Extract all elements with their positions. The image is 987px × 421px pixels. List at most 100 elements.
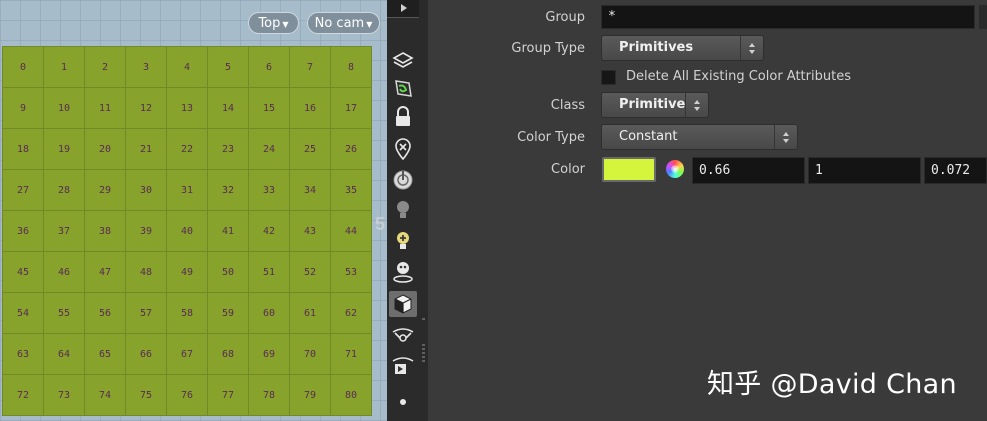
visualizer-icon[interactable]: [389, 167, 417, 193]
grid-cell: 39: [126, 211, 167, 252]
grid-cell: 78: [249, 375, 290, 416]
grid-cell: 73: [44, 375, 85, 416]
group-type-menu[interactable]: Primitives: [601, 35, 764, 61]
grid-cell: 5: [208, 47, 249, 88]
shading-icon[interactable]: [389, 291, 417, 317]
grid-cell: 47: [85, 252, 126, 293]
grid-cell: 6: [249, 47, 290, 88]
grid-cell: 10: [44, 88, 85, 129]
grid-cell: 19: [44, 129, 85, 170]
color-green-field[interactable]: 1: [808, 157, 921, 184]
grid-cell: 27: [3, 170, 44, 211]
grid-cell: 8: [331, 47, 372, 88]
grid-cell: 37: [44, 211, 85, 252]
grid-cell: 60: [249, 293, 290, 334]
lock-icon[interactable]: [389, 104, 417, 130]
grid-cell: 67: [167, 334, 208, 375]
color-swatch[interactable]: [602, 157, 656, 182]
flipbook-icon[interactable]: [389, 352, 417, 378]
grid-cell: 22: [167, 129, 208, 170]
group-type-label: Group Type: [511, 41, 585, 56]
grid-cell: 63: [3, 334, 44, 375]
grid-cell: 70: [290, 334, 331, 375]
class-label: Class: [550, 98, 585, 113]
grid-cell: 53: [331, 252, 372, 293]
headlight-icon[interactable]: [389, 259, 417, 285]
grid-cell: 31: [167, 170, 208, 211]
grid-cell: 26: [331, 129, 372, 170]
chevron-down-icon: ▼: [282, 20, 289, 29]
delete-attributes-checkbox[interactable]: [601, 70, 616, 85]
primitive-grid: 0 1 2 3 4 5 6 7 8 9 10 11 12 13 14 15 16 17 18 19 20 21 22 23 24…: [2, 46, 372, 416]
grid-cell: 2: [85, 47, 126, 88]
ghost-icon[interactable]: [389, 136, 417, 162]
grid-cell: 28: [44, 170, 85, 211]
color-red-field[interactable]: 0.66: [692, 157, 805, 184]
pane-splitter[interactable]: [419, 0, 428, 421]
grid-cell: 7: [290, 47, 331, 88]
grid-cell: 20: [85, 129, 126, 170]
grid-cell: 40: [167, 211, 208, 252]
grid-cell: 43: [290, 211, 331, 252]
light-icon[interactable]: [389, 197, 417, 223]
spinner-icon: [774, 125, 797, 149]
grid-cell: 64: [44, 334, 85, 375]
grid-cell: 54: [3, 293, 44, 334]
group-field[interactable]: *: [601, 5, 975, 29]
camera-menu-button[interactable]: No cam ▼: [307, 12, 380, 34]
class-menu[interactable]: Primitive: [601, 92, 709, 118]
grid-cell: 0: [3, 47, 44, 88]
grid-cell: 4: [167, 47, 208, 88]
group-label: Group: [545, 10, 585, 25]
grid-cell: 34: [290, 170, 331, 211]
grid-cell: 3: [126, 47, 167, 88]
grid-cell: 12: [126, 88, 167, 129]
grid-cell: 16: [290, 88, 331, 129]
grid-cell: 13: [167, 88, 208, 129]
grid-cell: 80: [331, 375, 372, 416]
grid-cell: 30: [126, 170, 167, 211]
snap-icon[interactable]: [389, 75, 417, 101]
grid-cell: 15: [249, 88, 290, 129]
grid-cell: 55: [44, 293, 85, 334]
display-layers-icon[interactable]: [389, 47, 417, 73]
grid-cell: 71: [331, 334, 372, 375]
toolbar-expand-button[interactable]: [387, 0, 419, 18]
camera-icon[interactable]: [389, 322, 417, 348]
grid-cell: 62: [331, 293, 372, 334]
color-blue-field[interactable]: 0.072: [924, 157, 987, 184]
grid-cell: 72: [3, 375, 44, 416]
grid-cell: 24: [249, 129, 290, 170]
scene-viewport[interactable]: Top ▼ No cam ▼ 0 1 2 3 4 5 6 7 8 9 10 11 12 13 14 15 16 17 1…: [0, 0, 387, 421]
grid-cell: 38: [85, 211, 126, 252]
grid-cell: 46: [44, 252, 85, 293]
grid-cell: 77: [208, 375, 249, 416]
grid-cell: 74: [85, 375, 126, 416]
color-type-menu[interactable]: Constant: [601, 124, 798, 150]
grid-cell: 41: [208, 211, 249, 252]
class-value: Primitive: [619, 97, 686, 112]
grid-cell: 11: [85, 88, 126, 129]
grid-cell: 25: [290, 129, 331, 170]
add-light-icon[interactable]: [389, 228, 417, 254]
delete-attributes-label: Delete All Existing Color Attributes: [626, 69, 851, 84]
watermark-text: 知乎 @David Chan: [707, 369, 957, 400]
color-wheel-icon[interactable]: [666, 160, 684, 178]
grid-cell: 68: [208, 334, 249, 375]
grid-cell: 18: [3, 129, 44, 170]
view-menu-button[interactable]: Top ▼: [248, 12, 299, 34]
grid-cell: 21: [126, 129, 167, 170]
grid-cell: 69: [249, 334, 290, 375]
grid-cell: 79: [290, 375, 331, 416]
grid-cell: 45: [3, 252, 44, 293]
group-type-value: Primitives: [619, 40, 694, 55]
grid-cell: 58: [167, 293, 208, 334]
grid-cell: 14: [208, 88, 249, 129]
color-label: Color: [551, 162, 585, 177]
camera-menu-label: No cam: [314, 16, 365, 31]
grid-cell: 61: [290, 293, 331, 334]
grid-cell: 44: [331, 211, 372, 252]
dot-icon[interactable]: [389, 389, 417, 415]
grid-cell: 50: [208, 252, 249, 293]
grid-cell: 23: [208, 129, 249, 170]
